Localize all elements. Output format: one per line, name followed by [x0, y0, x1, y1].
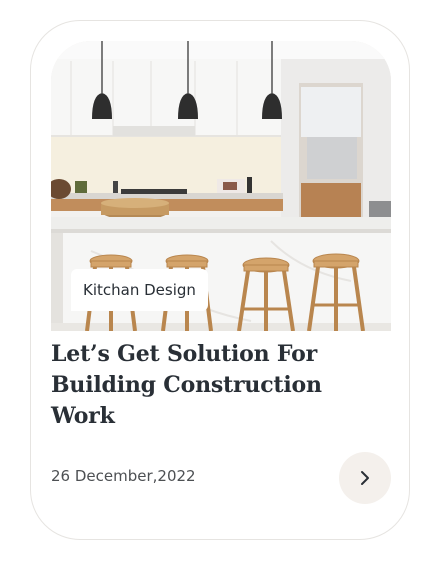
chevron-right-icon [358, 470, 372, 486]
kitchen-photo[interactable]: Kitchan Design [51, 41, 391, 331]
category-tag[interactable]: Kitchan Design [71, 269, 208, 311]
post-date: 26 December,2022 [51, 467, 196, 485]
blog-card[interactable]: Kitchan Design Let’s Get Solution For Bu… [30, 20, 410, 540]
read-more-button[interactable] [339, 452, 391, 504]
post-title[interactable]: Let’s Get Solution For Building Construc… [51, 339, 351, 432]
